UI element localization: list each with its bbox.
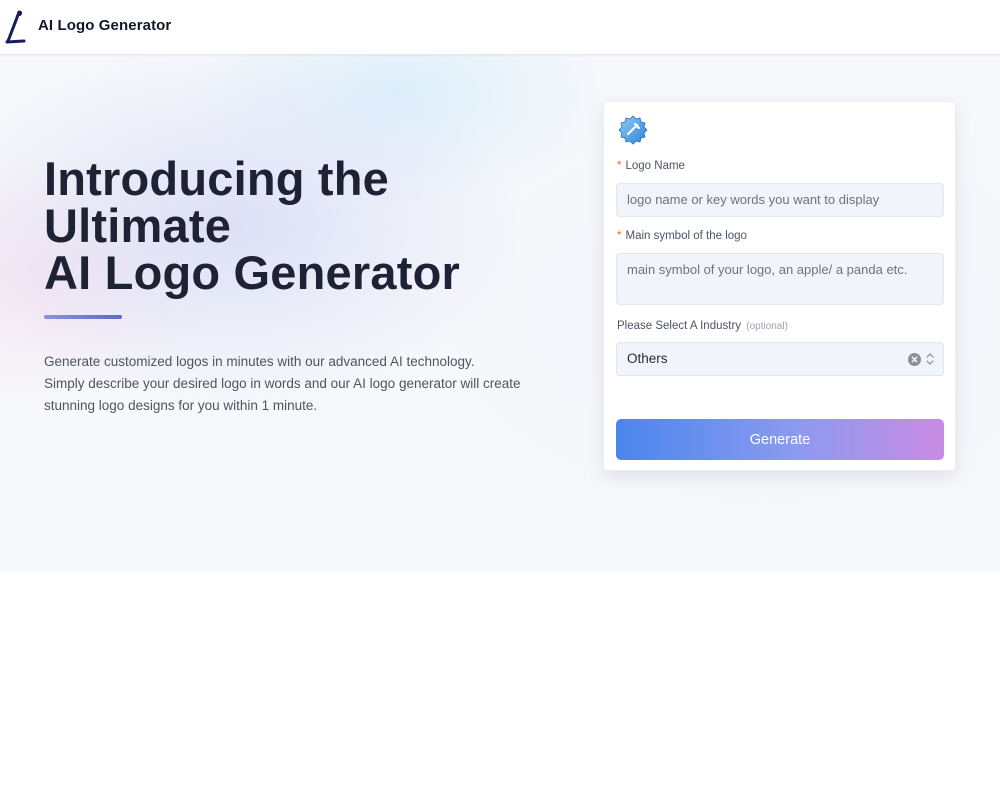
top-navbar: AI Logo Generator [0,0,1000,55]
main-symbol-label: * Main symbol of the logo [617,230,747,242]
hero-title-line: Ultimate [44,199,232,252]
hero-section: Introducing the Ultimate AI Logo Generat… [0,55,1000,572]
hero-description-line: Simply describe your desired logo in wor… [44,376,521,391]
hero-title: Introducing the Ultimate AI Logo Generat… [44,155,460,296]
optional-tag: (optional) [746,321,788,332]
title-underline [44,315,122,319]
clear-icon[interactable] [908,353,921,366]
hero-title-line: AI Logo Generator [44,246,460,299]
industry-label-text: Please Select A Industry [617,320,742,332]
hero-title-line: Introducing the [44,152,390,205]
hero-description-line: Generate customized logos in minutes wit… [44,354,475,369]
required-mark: * [617,230,622,242]
main-symbol-label-text: Main symbol of the logo [625,230,747,242]
main-symbol-placeholder: main symbol of your logo, an apple/ a pa… [627,262,908,277]
hero-description: Generate customized logos in minutes wit… [44,351,544,417]
gear-badge-icon [618,115,648,145]
brand-name[interactable]: AI Logo Generator [38,17,171,34]
logo-name-placeholder: logo name or key words you want to displ… [627,192,880,207]
industry-selected-value: Others [627,351,668,366]
letter-L-logo-icon[interactable] [4,10,28,44]
industry-label: Please Select A Industry (optional) [617,320,788,332]
generate-button[interactable]: Generate [616,419,944,460]
chevron-updown-icon[interactable] [925,351,935,367]
logo-form-card: * Logo Name logo name or key words you wa… [603,101,956,471]
industry-select[interactable]: Others [616,342,944,376]
logo-name-input[interactable]: logo name or key words you want to displ… [616,183,944,217]
main-symbol-textarea[interactable]: main symbol of your logo, an apple/ a pa… [616,253,944,305]
logo-name-label-text: Logo Name [625,160,685,172]
logo-name-label: * Logo Name [617,160,685,172]
required-mark: * [617,160,622,172]
hero-description-line: stunning logo designs for you within 1 m… [44,398,318,413]
